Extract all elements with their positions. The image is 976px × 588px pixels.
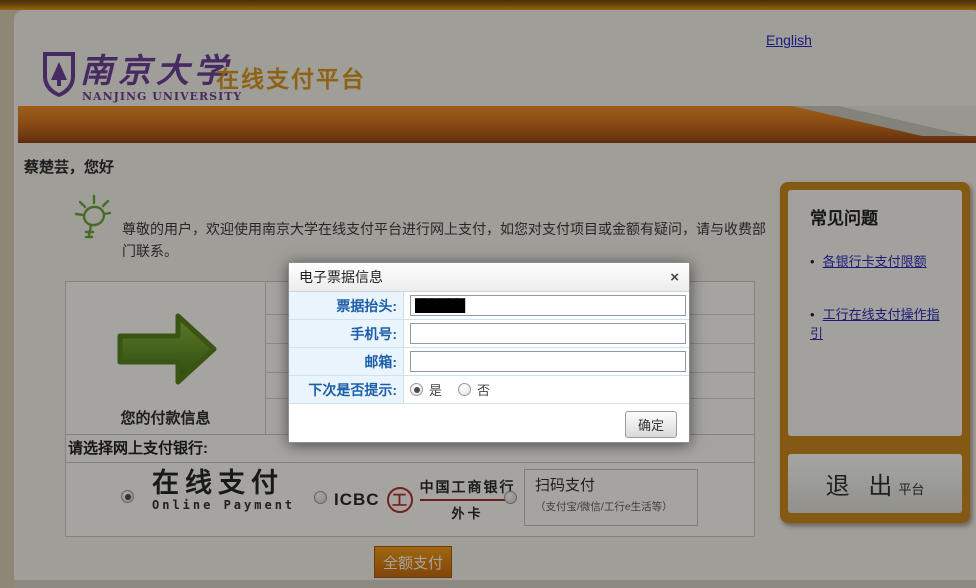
confirm-button[interactable]: 确定 [625,411,677,438]
phone-input[interactable] [410,323,686,344]
modal-row-phone: 手机号: [289,320,689,348]
prompt-next-time-label: 下次是否提示: [289,376,404,403]
modal-row-email: 邮箱: [289,348,689,376]
modal-title: 电子票据信息 [299,267,670,287]
prompt-yes-radio[interactable] [410,383,423,396]
modal-row-invoice-title: 票据抬头: [289,292,689,320]
close-icon[interactable]: × [670,270,679,285]
prompt-no-radio[interactable] [458,383,471,396]
einvoice-modal: 电子票据信息 × 票据抬头: 手机号: 邮箱: 下次是否提示: 是 否 确定 [288,262,690,443]
phone-label: 手机号: [289,320,404,347]
modal-footer: 确定 [289,404,689,442]
invoice-title-label: 票据抬头: [289,292,404,319]
email-input[interactable] [410,351,686,372]
email-label: 邮箱: [289,348,404,375]
prompt-no-label: 否 [477,380,490,399]
prompt-yes-label: 是 [429,380,442,399]
invoice-title-input[interactable] [410,295,686,316]
modal-titlebar: 电子票据信息 × [289,263,689,292]
modal-row-prompt-next-time: 下次是否提示: 是 否 [289,376,689,404]
